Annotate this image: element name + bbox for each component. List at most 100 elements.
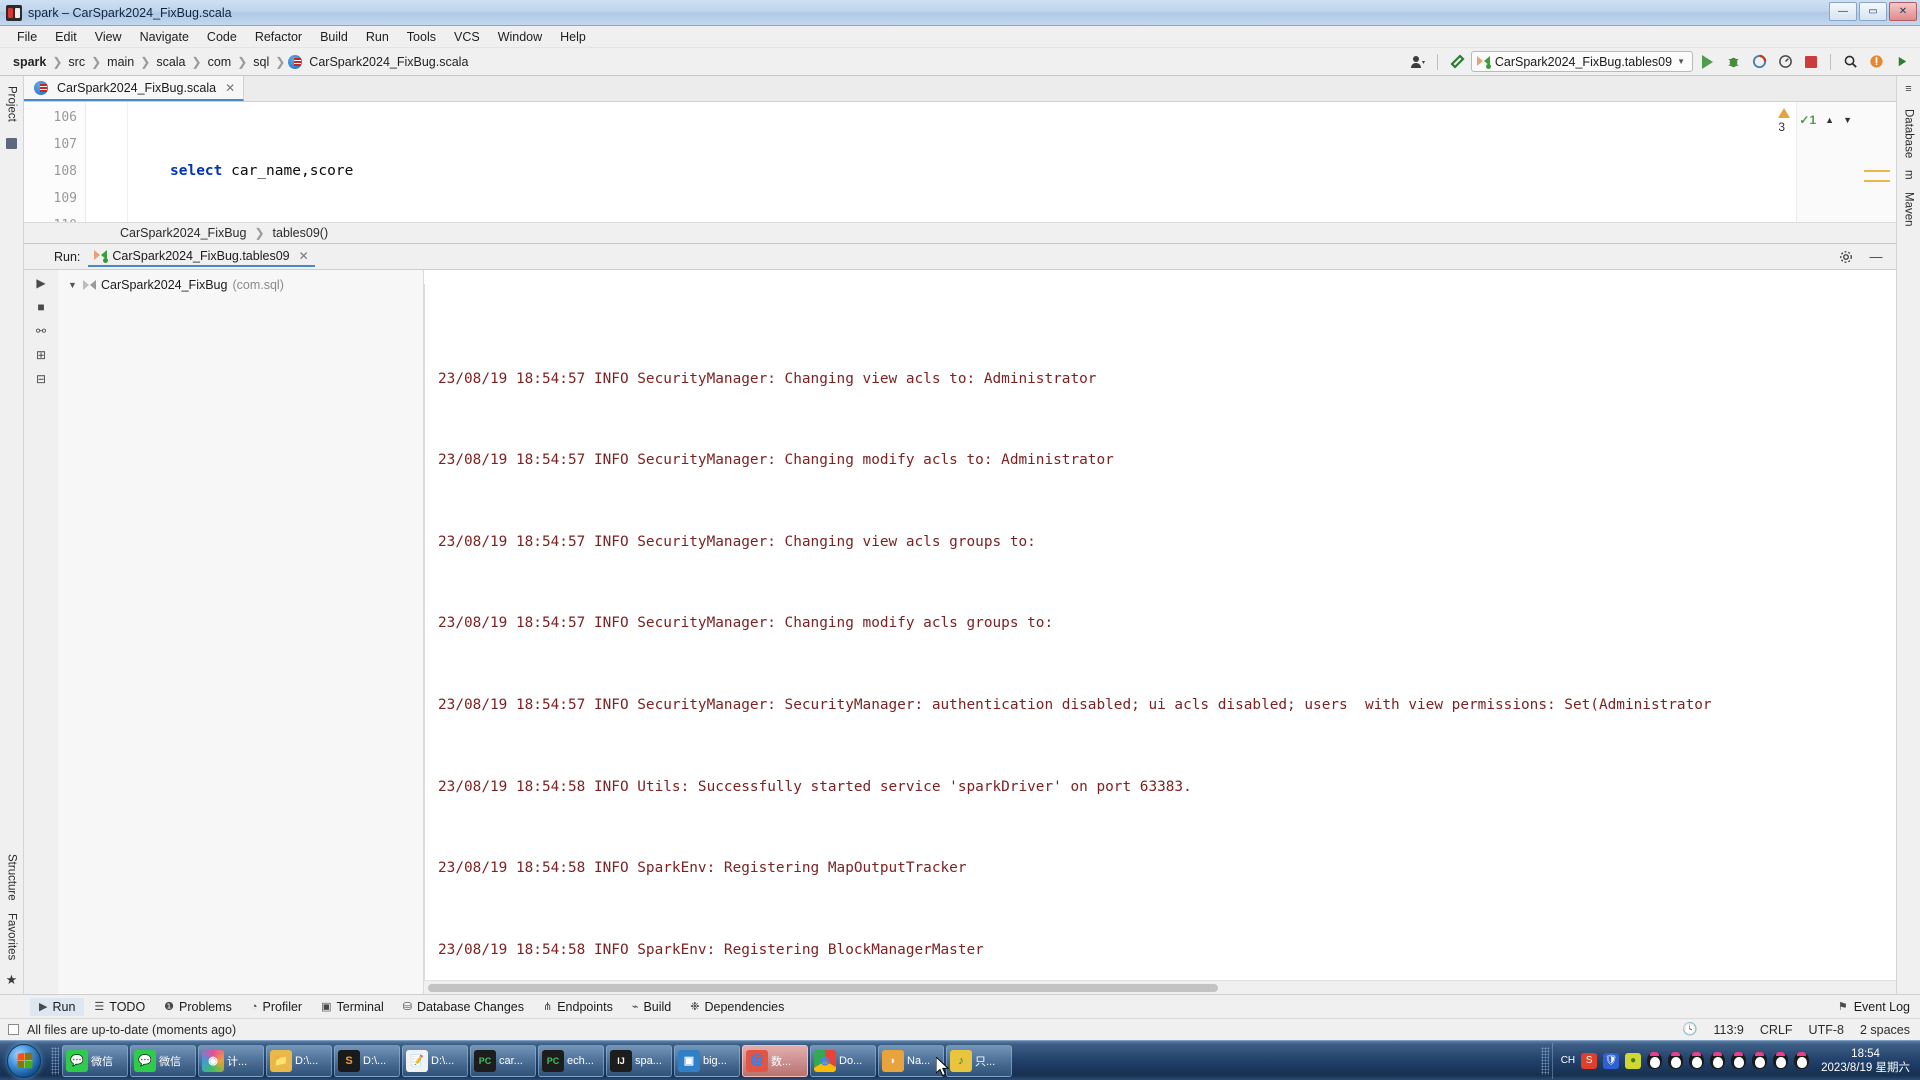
qq-penguin-icon[interactable] (1689, 1052, 1705, 1069)
sidebar-item-database[interactable]: Database (1900, 103, 1918, 164)
menu-vcs[interactable]: VCS (445, 28, 489, 46)
menu-navigate[interactable]: Navigate (131, 28, 198, 46)
code-text[interactable]: select car_name,score from ods_car order… (128, 102, 1796, 222)
taskbar-clock[interactable]: 18:54 2023/8/19 星期六 (1817, 1047, 1920, 1075)
chevron-down-icon[interactable]: ▼ (1843, 115, 1852, 125)
qq-penguin-icon[interactable] (1647, 1052, 1663, 1069)
windows-start-orb[interactable] (0, 1042, 48, 1080)
taskbar-item-navicat[interactable]: ◗ Na... (878, 1044, 944, 1077)
chevron-up-icon[interactable]: ▲ (1825, 115, 1834, 125)
taskbar-item-music[interactable]: ♪ 只... (946, 1044, 1012, 1077)
sogou-input-icon[interactable]: S (1581, 1052, 1598, 1069)
coverage-icon[interactable] (1747, 51, 1771, 73)
qq-penguin-icon[interactable] (1773, 1052, 1789, 1069)
inspection-widget[interactable]: 3 ✓1 ▲ ▼ (1778, 106, 1852, 134)
run-tree-panel[interactable]: ▼ CarSpark2024_FixBug (com.sql) (58, 270, 424, 994)
menu-file[interactable]: File (8, 28, 46, 46)
editor-tab-carspark[interactable]: CarSpark2024_FixBug.scala ✕ (24, 76, 245, 101)
tree-row[interactable]: ▼ CarSpark2024_FixBug (com.sql) (58, 276, 423, 294)
scrollbar-thumb[interactable] (428, 984, 1218, 992)
search-icon[interactable] (1838, 51, 1862, 73)
hammer-build-icon[interactable] (1445, 51, 1469, 73)
menu-help[interactable]: Help (551, 28, 595, 46)
line-separator[interactable]: CRLF (1760, 1023, 1793, 1037)
run-icon[interactable] (1695, 51, 1719, 73)
qq-penguin-icon[interactable] (1668, 1052, 1684, 1069)
menu-tools[interactable]: Tools (398, 28, 445, 46)
file-encoding[interactable]: UTF-8 (1809, 1023, 1844, 1037)
bottom-tab-run[interactable]: ▶ Run (30, 997, 85, 1016)
qq-penguin-icon[interactable] (1731, 1052, 1747, 1069)
list-icon[interactable]: ≡ (1905, 83, 1911, 95)
bottom-tab-endpoints[interactable]: ⋔ Endpoints (534, 998, 622, 1016)
close-icon[interactable]: ✕ (225, 81, 235, 95)
bottom-tab-profiler[interactable]: ◔ Profiler (242, 998, 311, 1016)
gear-icon[interactable] (1834, 246, 1858, 268)
taskbar-item-datagrip[interactable]: ▣ big... (674, 1044, 740, 1077)
run-anything-icon[interactable] (1890, 51, 1914, 73)
bottom-tab-todo[interactable]: ☰ TODO (85, 998, 154, 1016)
qq-penguin-icon[interactable] (1710, 1052, 1726, 1069)
bottom-tab-build[interactable]: ⌁ Build (623, 998, 680, 1016)
taskbar-item-intellij-spark[interactable]: IJ spa... (606, 1044, 672, 1077)
console-output[interactable]: 23/08/19 18:54:57 INFO SecurityManager: … (424, 270, 1896, 994)
breadcrumb-spark[interactable]: spark (10, 54, 49, 70)
stop-icon[interactable] (1799, 51, 1823, 73)
breadcrumb-src[interactable]: src (65, 54, 88, 70)
menu-code[interactable]: Code (198, 28, 246, 46)
close-icon[interactable]: ✕ (299, 249, 309, 263)
minimize-tool-window-icon[interactable]: — (1864, 246, 1888, 268)
clock-icon[interactable]: 🕓 (1682, 1022, 1698, 1037)
project-structure-icon[interactable] (6, 137, 17, 149)
menu-run[interactable]: Run (357, 28, 398, 46)
ime-indicator[interactable]: CH (1561, 1053, 1575, 1069)
run-tab-tables09[interactable]: CarSpark2024_FixBug.tables09 ✕ (88, 247, 315, 267)
taskbar-item-editor[interactable]: 📝 D:\... (402, 1044, 468, 1077)
taskbar-item-calc[interactable]: ◉ 计... (198, 1044, 264, 1077)
run-configuration-selector[interactable]: CarSpark2024_FixBug.tables09 ▼ (1470, 51, 1693, 72)
sidebar-item-maven[interactable]: Maven (1900, 186, 1918, 233)
taskbar-item-pycharm-car[interactable]: PC car... (470, 1044, 536, 1077)
taskbar-item-sublime[interactable]: S D:\... (334, 1044, 400, 1077)
sidebar-item-m[interactable]: m (1900, 164, 1918, 186)
filter-icon[interactable]: ⚯ (36, 324, 46, 338)
updates-icon[interactable] (1864, 51, 1888, 73)
leaf-icon[interactable]: ● (1625, 1052, 1642, 1069)
minimize-button[interactable]: — (1829, 2, 1857, 21)
menu-refactor[interactable]: Refactor (246, 28, 311, 46)
code-editor[interactable]: 106 107 108 109 110 select car_name,scor… (24, 102, 1896, 222)
bottom-tab-terminal[interactable]: ▣ Terminal (312, 998, 393, 1016)
sidebar-item-favorites[interactable]: Favorites (3, 907, 21, 966)
bottom-tab-problems[interactable]: ❶ Problems (155, 998, 241, 1016)
breadcrumb-com[interactable]: com (205, 54, 235, 70)
chevron-down-icon[interactable]: ▼ (68, 280, 78, 290)
breadcrumb-file[interactable]: CarSpark2024_FixBug.scala (306, 54, 471, 70)
qq-penguin-icon[interactable] (1752, 1052, 1768, 1069)
collapse-all-icon[interactable]: ⊟ (36, 372, 46, 386)
bottom-tab-database-changes[interactable]: ⛁ Database Changes (394, 998, 533, 1016)
bottom-tab-dependencies[interactable]: ❉ Dependencies (681, 998, 793, 1016)
breadcrumb-main[interactable]: main (104, 54, 137, 70)
menu-build[interactable]: Build (311, 28, 357, 46)
indent-setting[interactable]: 2 spaces (1860, 1023, 1910, 1037)
method-breadcrumb-method[interactable]: tables09() (273, 226, 329, 240)
taskbar-item-wechat[interactable]: 💬 微信 (62, 1044, 128, 1077)
method-breadcrumb-class[interactable]: CarSpark2024_FixBug (120, 226, 246, 240)
profiler-icon[interactable] (1773, 51, 1797, 73)
event-log-label[interactable]: Event Log (1854, 1000, 1910, 1014)
breadcrumb-scala[interactable]: scala (153, 54, 188, 70)
shield-security-icon[interactable]: 🛡 (1603, 1052, 1620, 1069)
debug-icon[interactable] (1721, 51, 1745, 73)
stop-run-icon[interactable]: ■ (37, 300, 44, 314)
console-lines[interactable]: 23/08/19 18:54:57 INFO SecurityManager: … (424, 284, 1896, 980)
menu-window[interactable]: Window (489, 28, 551, 46)
sidebar-item-project[interactable]: Project (3, 80, 21, 128)
sidebar-item-structure[interactable]: Structure (3, 848, 21, 907)
caret-position[interactable]: 113:9 (1714, 1023, 1744, 1037)
user-avatar-icon[interactable] (1406, 51, 1430, 73)
taskbar-item-active-app[interactable]: 🌀 数... (742, 1044, 808, 1077)
console-horizontal-scrollbar[interactable] (424, 980, 1896, 994)
taskbar-item-wechat-2[interactable]: 💬 微信 (130, 1044, 196, 1077)
taskbar-item-pycharm-ech[interactable]: PC ech... (538, 1044, 604, 1077)
qq-penguin-icon[interactable] (1794, 1052, 1810, 1069)
